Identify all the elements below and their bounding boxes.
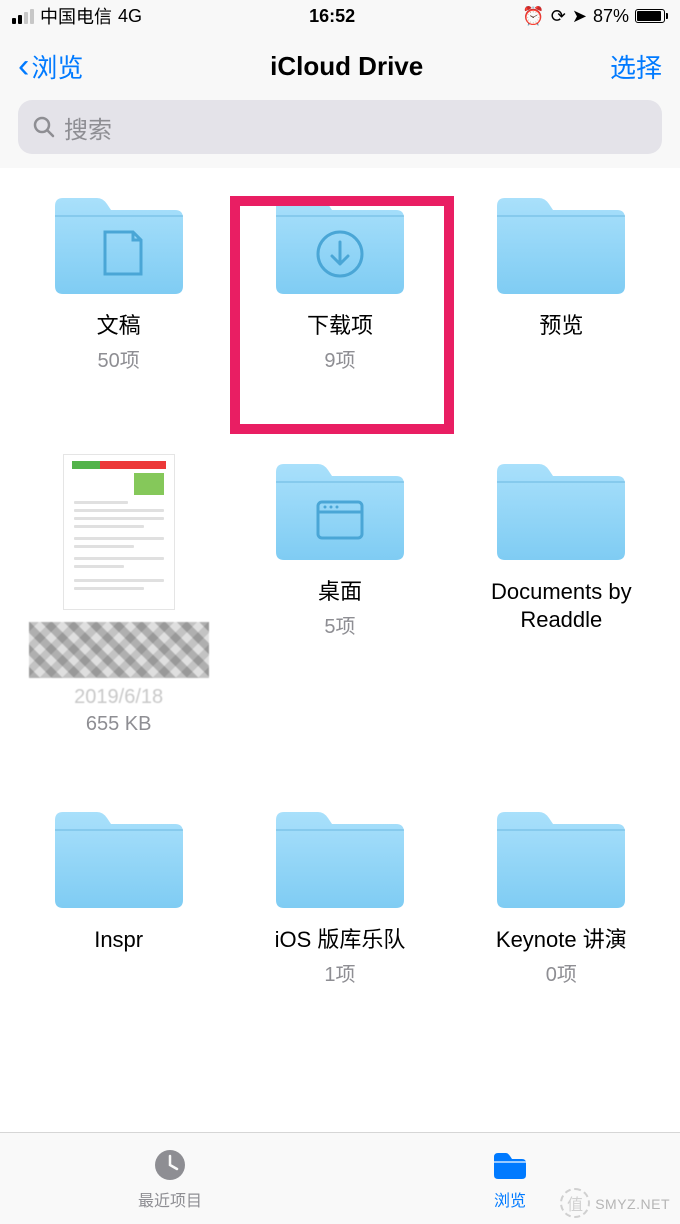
status-bar: 中国电信 4G 16:52 ⏰ ⟳ ➤ 87% — [0, 0, 680, 32]
folder-grid: 文稿 50项 下载项 9项 预览 — [10, 188, 670, 1002]
folder-icon — [49, 188, 189, 300]
folder-icon — [270, 188, 410, 300]
folder-meta: 0项 — [546, 958, 577, 987]
select-button[interactable]: 选择 — [610, 48, 662, 85]
folder-label: Inspr — [94, 926, 143, 954]
folder-meta: 9项 — [324, 344, 355, 373]
signal-icon — [12, 9, 34, 24]
folder-label: 下载项 — [307, 312, 373, 340]
search-input[interactable]: 搜索 — [18, 100, 662, 154]
folder-label: 桌面 — [318, 578, 362, 606]
clock-icon — [152, 1147, 188, 1183]
back-label: 浏览 — [31, 48, 83, 85]
folder-label: Keynote 讲演 — [496, 926, 627, 954]
folder-tab-icon — [490, 1147, 530, 1183]
folder-icon — [49, 802, 189, 914]
tab-label: 浏览 — [494, 1187, 526, 1211]
watermark-badge: 值 — [560, 1188, 590, 1218]
file-date: 2019/6/18 — [74, 686, 163, 709]
folder-documents[interactable]: 文稿 50项 — [10, 188, 227, 388]
watermark-text: SMYZ.NET — [595, 1196, 670, 1212]
lock-rotation-icon: ⟳ — [551, 6, 566, 27]
location-icon: ➤ — [572, 6, 587, 27]
folder-inspr[interactable]: Inspr — [10, 802, 227, 1002]
chevron-left-icon: ‹ — [18, 49, 29, 83]
folder-meta: 5项 — [324, 610, 355, 639]
folder-keynote[interactable]: Keynote 讲演 0项 — [453, 802, 670, 1002]
folder-label: 文稿 — [97, 312, 141, 340]
folder-meta: 50项 — [98, 344, 140, 373]
folder-garageband[interactable]: iOS 版库乐队 1项 — [231, 802, 448, 1002]
folder-icon — [491, 188, 631, 300]
file-item[interactable]: 2019/6/18 655 KB — [10, 454, 227, 736]
folder-icon — [491, 802, 631, 914]
back-button[interactable]: ‹ 浏览 — [18, 48, 83, 85]
folder-desktop[interactable]: 桌面 5项 — [231, 454, 448, 736]
folder-icon — [491, 454, 631, 566]
tab-recent[interactable]: 最近项目 — [0, 1133, 340, 1224]
folder-label: 预览 — [539, 312, 583, 340]
nav-bar: ‹ 浏览 iCloud Drive 选择 — [0, 32, 680, 100]
battery-percent: 87% — [593, 6, 629, 27]
page-title: iCloud Drive — [83, 51, 610, 82]
search-container: 搜索 — [0, 100, 680, 168]
folder-preview[interactable]: 预览 — [453, 188, 670, 388]
file-name-redacted — [29, 622, 209, 678]
folder-downloads[interactable]: 下载项 9项 — [231, 188, 448, 388]
alarm-icon: ⏰ — [522, 6, 544, 27]
battery-icon — [635, 9, 668, 23]
clock: 16:52 — [142, 6, 522, 27]
folder-icon — [270, 454, 410, 566]
document-thumb-icon — [63, 454, 175, 610]
folder-meta: 1项 — [324, 958, 355, 987]
search-icon — [32, 115, 56, 139]
content-area: 文稿 50项 下载项 9项 预览 — [0, 168, 680, 1132]
folder-label: Documents by Readdle — [466, 578, 656, 633]
folder-icon — [270, 802, 410, 914]
file-size: 655 KB — [86, 713, 152, 736]
folder-documents-readdle[interactable]: Documents by Readdle — [453, 454, 670, 736]
carrier-label: 中国电信 — [40, 3, 112, 29]
search-placeholder: 搜索 — [64, 110, 112, 145]
folder-label: iOS 版库乐队 — [275, 926, 406, 954]
tab-label: 最近项目 — [138, 1187, 202, 1211]
network-label: 4G — [118, 6, 142, 27]
